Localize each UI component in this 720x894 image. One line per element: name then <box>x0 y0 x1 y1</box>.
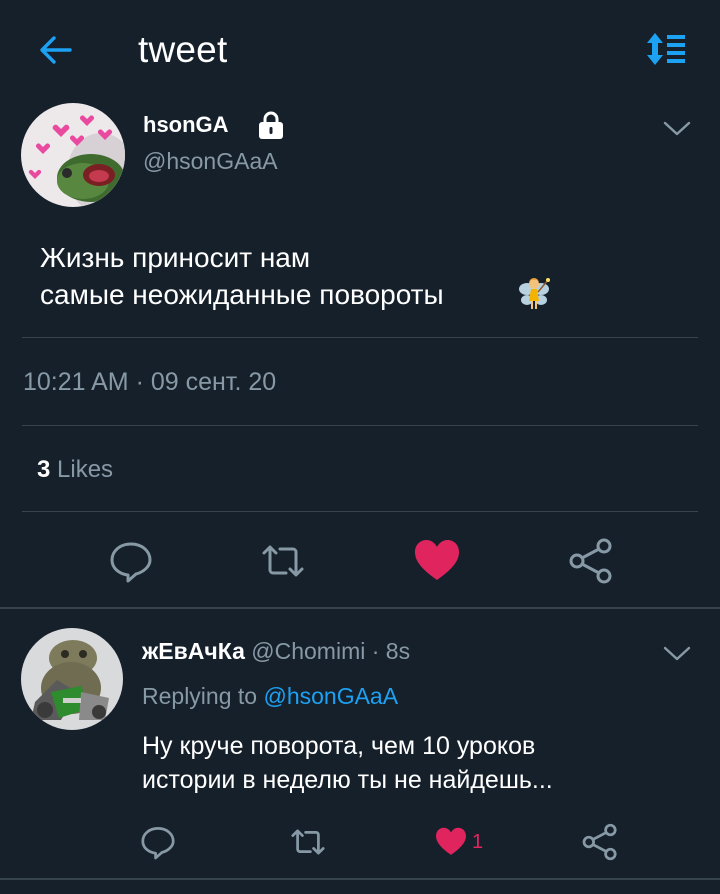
tweet-age: · 8s <box>371 638 411 664</box>
tweet-timestamp: 10:21 AM · 09 сент. 20 <box>23 368 277 396</box>
handle[interactable]: @Chomimi <box>251 638 365 664</box>
like-button[interactable]: 1 <box>434 822 494 862</box>
share-button[interactable] <box>580 822 620 862</box>
divider <box>22 425 698 426</box>
retweet-button[interactable] <box>258 536 308 586</box>
share-icon <box>569 538 612 584</box>
tweet-text: Жизнь приносит нам самые неожиданные пов… <box>40 242 444 310</box>
likes-label: Likes <box>57 456 114 483</box>
tweet-menu-button[interactable] <box>662 643 692 665</box>
replying-to-link[interactable]: @hsonGAaA <box>263 683 398 709</box>
sort-button[interactable] <box>644 30 688 68</box>
chevron-down-icon <box>663 121 691 136</box>
share-icon <box>582 823 617 861</box>
like-count: 1 <box>472 831 484 853</box>
tweet-separator <box>0 607 720 609</box>
sort-icon <box>647 33 685 65</box>
divider <box>22 337 698 338</box>
reply-header: жЕвАчКа @Chomimi · 8s <box>142 636 410 666</box>
heart-icon <box>436 827 466 855</box>
handle[interactable]: @hsonGAaA <box>143 146 278 176</box>
likes-summary[interactable]: 3 Likes <box>37 454 113 486</box>
retweet-icon <box>291 829 325 855</box>
back-button[interactable] <box>36 30 76 70</box>
tweet-menu-button[interactable] <box>662 118 692 140</box>
reply-button[interactable] <box>106 536 156 586</box>
divider <box>22 511 698 512</box>
fairy-icon <box>516 276 552 312</box>
replying-to-line: Replying to @hsonGAaA <box>142 681 398 711</box>
avatar-image <box>21 103 125 207</box>
tweet-separator <box>0 878 720 880</box>
display-name[interactable]: hsonGA <box>143 111 229 139</box>
page-title: tweet <box>138 29 228 70</box>
avatar[interactable] <box>21 628 123 730</box>
like-button[interactable] <box>412 536 462 586</box>
comment-icon <box>110 542 152 583</box>
display-name[interactable]: жЕвАчКа <box>142 638 245 664</box>
heart-icon <box>415 540 459 580</box>
tweet-text: Ну круче поворота, чем 10 уроков истории… <box>142 732 553 794</box>
share-button[interactable] <box>566 536 616 586</box>
back-arrow-icon <box>40 36 72 64</box>
reply-button[interactable] <box>138 822 178 862</box>
retweet-button[interactable] <box>288 822 328 862</box>
lock-icon <box>256 110 286 140</box>
replying-to-label: Replying to <box>142 683 258 709</box>
chevron-down-icon <box>663 646 691 661</box>
comment-icon <box>141 827 175 860</box>
likes-count: 3 <box>37 456 51 483</box>
avatar-image <box>21 628 123 730</box>
retweet-icon <box>262 545 304 577</box>
avatar[interactable] <box>21 103 125 207</box>
